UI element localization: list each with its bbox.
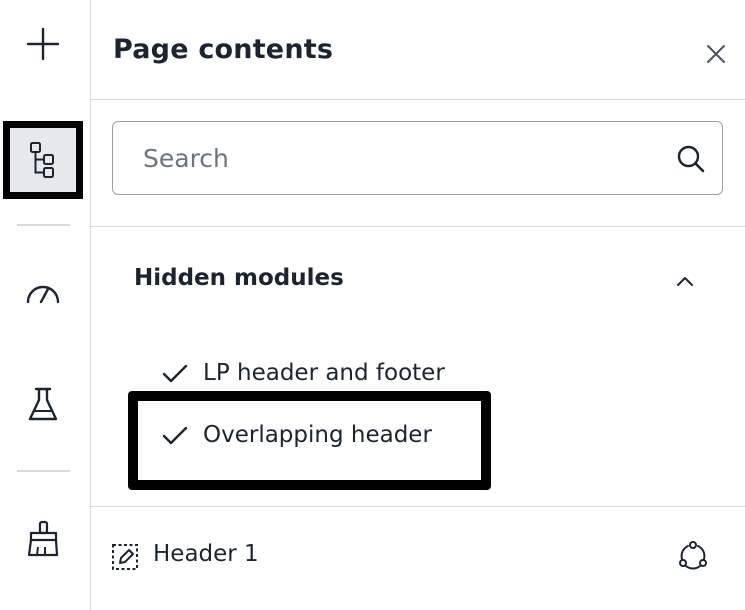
search-icon[interactable] [676,144,706,174]
page-contents-button-inner [10,128,76,192]
tree-structure-icon [30,142,54,178]
page-title: Page contents [113,34,334,65]
module-name: Header 1 [153,541,259,567]
speedometer-icon [26,285,60,304]
check-icon [162,426,188,445]
paint-brush-icon [27,520,59,557]
page-contents-panel: Page contents Hidden modules LP header a… [91,0,745,610]
close-button[interactable] [705,43,727,65]
section-title: Hidden modules [134,265,344,291]
sync-icon[interactable] [677,540,709,572]
add-button[interactable] [3,5,83,83]
list-item-label: Overlapping header [203,422,432,448]
test-button[interactable] [3,366,83,444]
edit-module-icon [112,544,138,570]
list-item[interactable]: Overlapping header [91,412,745,462]
close-icon [707,45,725,63]
panel-header: Page contents [91,0,745,100]
selected-module-bar[interactable]: Header 1 [91,506,745,610]
section-divider [91,226,745,227]
search-input[interactable] [143,122,663,194]
design-button[interactable] [3,500,83,578]
page-contents-button[interactable] [3,121,83,199]
search-box [112,121,723,195]
hidden-modules-toggle[interactable]: Hidden modules [91,252,745,312]
plus-icon [26,27,60,61]
rail-divider [17,470,70,472]
flask-icon [28,387,58,421]
left-icon-rail [0,0,91,610]
list-item-label: LP header and footer [203,360,445,386]
rail-divider [17,224,70,226]
list-item[interactable]: LP header and footer [91,350,745,400]
chevron-up-icon [677,277,693,286]
check-icon [162,364,188,383]
performance-button[interactable] [3,254,83,332]
